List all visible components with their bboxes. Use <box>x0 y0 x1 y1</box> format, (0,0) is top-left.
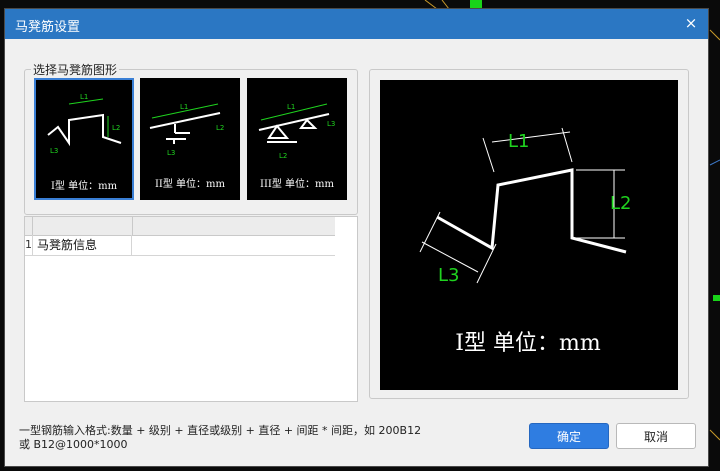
type-1-l1-label: L1 <box>80 93 88 101</box>
cancel-button[interactable]: 取消 <box>616 423 696 449</box>
type-2-caption: II型 单位：mm <box>154 179 226 190</box>
type-2-l3-label: L3 <box>167 149 175 157</box>
type-3-caption: III型 单位：mm <box>260 179 334 190</box>
type-2-l1-label: L1 <box>180 103 188 111</box>
shape-option-type-1[interactable]: L1 L2 L3 I型 单位：mm <box>34 78 134 200</box>
grid-header-name <box>33 217 133 235</box>
hint-line-1: 一型钢筋输入格式:数量 + 级别 + 直径或级别 + 直径 + 间距 * 间距，… <box>19 424 422 437</box>
type-1-l3-label: L3 <box>50 147 58 155</box>
shape-preview: L1 L2 L3 I型 单位：mm <box>380 80 678 390</box>
preview-caption: I型 单位：mm <box>455 331 601 356</box>
row-label: 马凳筋信息 <box>33 235 132 255</box>
type-3-l3-label: L3 <box>327 120 335 128</box>
type-1-caption: I型 单位：mm <box>50 181 118 192</box>
hint-line-2: 或 B12@1000*1000 <box>19 438 128 451</box>
shape-option-type-2[interactable]: L1 L2 L3 II型 单位：mm <box>140 78 240 200</box>
type-2-l2-label: L2 <box>216 124 224 132</box>
shape-preview-frame: L1 L2 L3 I型 单位：mm <box>369 69 689 399</box>
grid-header <box>25 217 335 236</box>
preview-l2-label: L2 <box>610 193 631 214</box>
input-format-hint: 一型钢筋输入格式:数量 + 级别 + 直径或级别 + 直径 + 间距 * 间距，… <box>19 424 479 452</box>
preview-l1-label: L1 <box>508 131 529 152</box>
shape-option-type-3[interactable]: L1 L3 L2 III型 单位：mm <box>247 78 347 200</box>
shape-group-legend: 选择马凳筋图形 <box>31 61 120 78</box>
close-icon[interactable]: × <box>682 14 700 32</box>
type-3-l1-label: L1 <box>287 103 295 111</box>
type-3-l2-label: L2 <box>279 152 287 160</box>
type-1-l2-label: L2 <box>112 124 120 132</box>
dialog-title: 马凳筋设置 <box>15 20 81 35</box>
ok-button[interactable]: 确定 <box>529 423 609 449</box>
table-row: 1 马凳筋信息 <box>25 235 335 256</box>
stirrup-info-grid: 1 马凳筋信息 <box>24 216 358 402</box>
row-index: 1 <box>25 235 33 255</box>
stirrup-info-input[interactable] <box>133 235 335 255</box>
stirrup-settings-dialog: 马凳筋设置 × 选择马凳筋图形 L1 L2 L3 I型 单位：mm L1 L2 … <box>4 8 709 467</box>
preview-l3-label: L3 <box>438 265 459 286</box>
preview-diagram: L1 L2 L3 I型 单位：mm <box>419 127 631 356</box>
grid-header-index <box>25 217 33 235</box>
dialog-titlebar: 马凳筋设置 × <box>5 9 708 39</box>
